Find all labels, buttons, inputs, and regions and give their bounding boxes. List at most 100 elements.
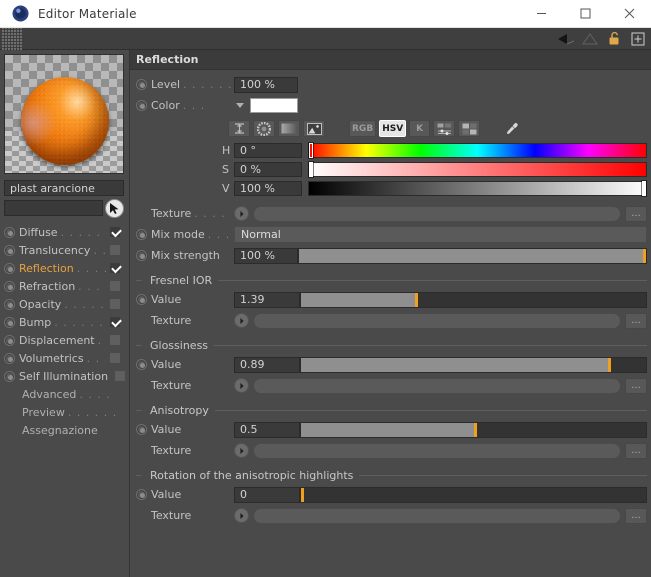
channel-checkbox[interactable] (109, 244, 121, 256)
texture-arrow-icon[interactable] (234, 378, 249, 393)
sidebar-item-displacement[interactable]: Displacement . . . (4, 331, 125, 349)
minimize-button[interactable] (519, 0, 563, 28)
sliders-icon[interactable] (433, 120, 456, 137)
texture-browse-button[interactable]: ... (625, 205, 647, 222)
radio-icon[interactable] (4, 280, 15, 292)
value-slider[interactable] (308, 181, 647, 196)
swatches-icon[interactable] (458, 120, 481, 137)
radio-icon[interactable] (4, 226, 15, 238)
texture-arrow-icon[interactable] (234, 206, 249, 221)
image-picker-icon[interactable] (303, 120, 325, 137)
value-input[interactable]: 0.5 (234, 421, 300, 438)
sidebar-item-refraction[interactable]: Refraction . . . . . (4, 277, 125, 295)
maximize-button[interactable] (563, 0, 607, 28)
channel-checkbox[interactable] (109, 298, 121, 310)
eyedropper-range-icon[interactable] (228, 120, 250, 137)
value-slider[interactable] (300, 486, 647, 503)
material-name-input[interactable]: plast arancione (4, 180, 124, 196)
texture-browse-button[interactable]: ... (625, 377, 647, 394)
value-input[interactable]: 1.39 (234, 291, 300, 308)
radio-icon[interactable] (4, 244, 15, 256)
texture-arrow-icon[interactable] (234, 313, 249, 328)
value-input[interactable]: 0.89 (234, 356, 300, 373)
channel-checkbox[interactable] (109, 334, 121, 346)
hsv-mode-button[interactable]: HSV (379, 120, 407, 137)
hue-slider-knob[interactable] (309, 143, 313, 158)
value-input[interactable]: 100 % (234, 181, 302, 196)
sidebar-item-self-illumination[interactable]: Self Illumination (4, 367, 127, 385)
sidebar-item-opacity[interactable]: Opacity . . . . . . . . (4, 295, 125, 313)
channel-checkbox[interactable] (109, 352, 121, 364)
color-wheel-icon[interactable] (253, 120, 275, 137)
radio-icon[interactable] (136, 250, 147, 261)
radio-icon[interactable] (4, 316, 15, 328)
add-panel-icon[interactable] (627, 29, 649, 49)
texture-browse-button[interactable]: ... (625, 442, 647, 459)
sidebar-item-preview[interactable]: Preview . . . . . . (4, 403, 125, 421)
material-path-input[interactable] (4, 200, 103, 216)
level-input[interactable]: 100 % (234, 76, 298, 93)
radio-icon[interactable] (136, 229, 147, 240)
mix-strength-slider-knob[interactable] (643, 248, 646, 263)
radio-icon[interactable] (136, 489, 147, 500)
radio-icon[interactable] (136, 100, 147, 111)
radio-icon[interactable] (136, 79, 147, 90)
color-swatch[interactable] (250, 98, 298, 113)
texture-input[interactable] (253, 507, 621, 524)
rgb-mode-button[interactable]: RGB (349, 120, 377, 137)
value-slider-knob[interactable] (642, 181, 646, 196)
channel-checkbox[interactable] (109, 316, 121, 328)
value-slider[interactable] (300, 356, 647, 373)
saturation-slider[interactable] (308, 162, 647, 177)
k-mode-button[interactable]: K (409, 120, 431, 137)
value-slider-knob[interactable] (608, 357, 612, 372)
chevron-down-icon[interactable] (236, 103, 244, 108)
saturation-input[interactable]: 0 % (234, 162, 302, 177)
texture-browse-button[interactable]: ... (625, 312, 647, 329)
sidebar-item-translucency[interactable]: Translucency . . . (4, 241, 125, 259)
gradient-icon[interactable] (278, 120, 300, 137)
pick-object-icon[interactable] (105, 198, 124, 218)
saturation-slider-knob[interactable] (309, 162, 313, 177)
value-slider-knob[interactable] (301, 487, 304, 502)
radio-icon[interactable] (4, 298, 15, 310)
value-input[interactable]: 0 (234, 486, 300, 503)
texture-input[interactable] (253, 312, 621, 329)
material-preview[interactable] (4, 54, 124, 174)
pipette-icon[interactable] (504, 122, 520, 136)
value-slider-knob[interactable] (473, 422, 477, 437)
sidebar-item-advanced[interactable]: Advanced . . . . (4, 385, 125, 403)
sidebar-item-assegnazione[interactable]: Assegnazione (4, 421, 125, 439)
value-slider[interactable] (300, 421, 647, 438)
drag-grip-icon[interactable] (1, 27, 23, 50)
texture-input[interactable] (253, 442, 621, 459)
radio-icon[interactable] (4, 262, 15, 274)
channel-checkbox[interactable] (114, 370, 127, 382)
lock-open-icon[interactable] (603, 29, 625, 49)
channel-checkbox[interactable] (109, 226, 121, 238)
back-arrow-icon[interactable] (555, 29, 577, 49)
texture-arrow-icon[interactable] (234, 508, 249, 523)
radio-icon[interactable] (136, 294, 147, 305)
radio-icon[interactable] (136, 359, 147, 370)
radio-icon[interactable] (4, 352, 15, 364)
radio-icon[interactable] (4, 334, 15, 346)
sidebar-item-reflection[interactable]: Reflection . . . . . (4, 259, 125, 277)
hue-slider[interactable] (308, 143, 647, 158)
channel-checkbox[interactable] (109, 280, 121, 292)
sidebar-item-volumetrics[interactable]: Volumetrics . . . . (4, 349, 125, 367)
texture-arrow-icon[interactable] (234, 443, 249, 458)
value-slider-knob[interactable] (414, 292, 418, 307)
close-button[interactable] (607, 0, 651, 28)
mix-strength-input[interactable]: 100 % (234, 247, 298, 264)
texture-browse-button[interactable]: ... (625, 507, 647, 524)
texture-input[interactable] (253, 205, 621, 222)
mix-strength-slider[interactable] (298, 247, 647, 264)
channel-checkbox[interactable] (109, 262, 121, 274)
mix-mode-select[interactable]: Normal (234, 226, 647, 243)
hue-input[interactable]: 0 ° (234, 143, 302, 158)
radio-icon[interactable] (136, 424, 147, 435)
sidebar-item-diffuse[interactable]: Diffuse . . . . . . . . . (4, 223, 125, 241)
forward-arrow-icon[interactable] (579, 29, 601, 49)
radio-icon[interactable] (4, 370, 15, 382)
